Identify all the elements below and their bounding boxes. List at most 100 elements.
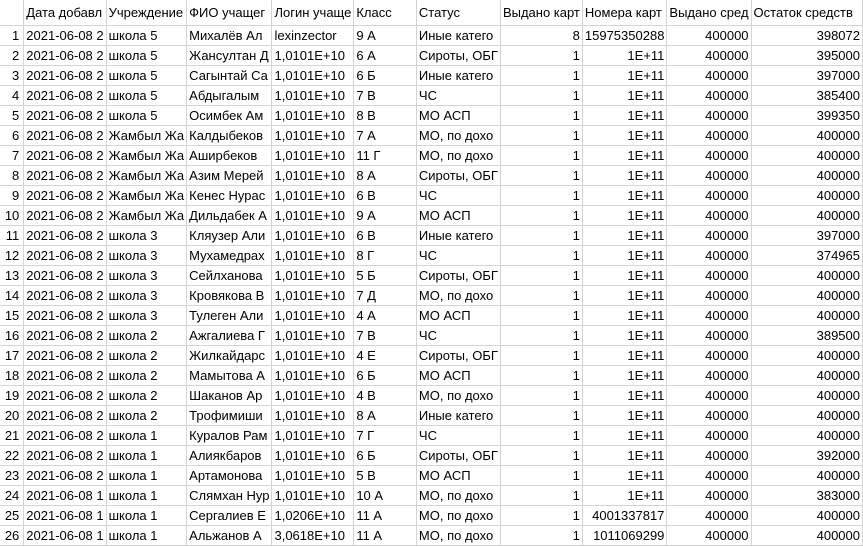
student-name-cell[interactable]: Кровякова В (186, 285, 273, 306)
balance-cell[interactable]: 400000 (751, 385, 863, 406)
cards-issued-cell[interactable]: 1 (500, 145, 583, 166)
class-cell[interactable]: 8 А (353, 165, 417, 186)
school-cell[interactable]: школа 3 (106, 225, 188, 246)
student-name-cell[interactable]: Азим Мерей (186, 165, 273, 186)
class-cell[interactable]: 8 В (353, 105, 417, 126)
row-number[interactable]: 26 (0, 525, 25, 546)
row-number[interactable]: 14 (0, 285, 25, 306)
card-number-cell[interactable]: 1E+11 (582, 45, 668, 66)
school-cell[interactable]: школа 5 (106, 65, 188, 86)
school-cell[interactable]: Жамбыл Жа (106, 205, 188, 226)
cards-issued-cell[interactable]: 1 (500, 245, 583, 266)
funds-issued-cell[interactable]: 400000 (666, 525, 752, 546)
balance-cell[interactable]: 400000 (751, 365, 863, 386)
balance-cell[interactable]: 399350 (751, 105, 863, 126)
row-number[interactable]: 24 (0, 485, 25, 506)
login-cell[interactable]: 1,0101E+10 (271, 85, 355, 106)
student-name-cell[interactable]: Кляузер Али (186, 225, 273, 246)
header-cell[interactable]: Дата добавл (23, 0, 107, 26)
row-number[interactable]: 13 (0, 265, 25, 286)
class-cell[interactable]: 11 А (353, 505, 417, 526)
row-number[interactable]: 18 (0, 365, 25, 386)
login-cell[interactable]: 1,0101E+10 (271, 325, 355, 346)
row-number[interactable]: 11 (0, 225, 25, 246)
status-cell[interactable]: МО, по дохо (416, 525, 501, 546)
card-number-cell[interactable]: 1E+11 (582, 165, 668, 186)
class-cell[interactable]: 4 В (353, 385, 417, 406)
login-cell[interactable]: 1,0101E+10 (271, 65, 355, 86)
status-cell[interactable]: Иные катего (416, 65, 501, 86)
date-cell[interactable]: 2021-06-08 2 (23, 265, 107, 286)
login-cell[interactable]: 3,0618E+10 (271, 525, 355, 546)
date-cell[interactable]: 2021-06-08 2 (23, 85, 107, 106)
row-number[interactable]: 3 (0, 65, 25, 86)
login-cell[interactable]: 1,0101E+10 (271, 485, 355, 506)
funds-issued-cell[interactable]: 400000 (666, 285, 752, 306)
date-cell[interactable]: 2021-06-08 2 (23, 65, 107, 86)
student-name-cell[interactable]: Тулеген Али (186, 305, 273, 326)
date-cell[interactable]: 2021-06-08 2 (23, 145, 107, 166)
funds-issued-cell[interactable]: 400000 (666, 425, 752, 446)
funds-issued-cell[interactable]: 400000 (666, 445, 752, 466)
class-cell[interactable]: 8 Г (353, 245, 417, 266)
cards-issued-cell[interactable]: 1 (500, 485, 583, 506)
row-number[interactable]: 16 (0, 325, 25, 346)
status-cell[interactable]: Иные катего (416, 405, 501, 426)
status-cell[interactable]: Сироты, ОБГ (416, 45, 501, 66)
login-cell[interactable]: 1,0101E+10 (271, 185, 355, 206)
school-cell[interactable]: Жамбыл Жа (106, 165, 188, 186)
student-name-cell[interactable]: Калдыбеков (186, 125, 273, 146)
balance-cell[interactable]: 400000 (751, 465, 863, 486)
status-cell[interactable]: ЧС (416, 425, 501, 446)
funds-issued-cell[interactable]: 400000 (666, 165, 752, 186)
funds-issued-cell[interactable]: 400000 (666, 405, 752, 426)
login-cell[interactable]: 1,0101E+10 (271, 345, 355, 366)
cards-issued-cell[interactable]: 1 (500, 385, 583, 406)
cards-issued-cell[interactable]: 1 (500, 45, 583, 66)
card-number-cell[interactable]: 1E+11 (582, 365, 668, 386)
school-cell[interactable]: школа 5 (106, 105, 188, 126)
cards-issued-cell[interactable]: 1 (500, 345, 583, 366)
row-number[interactable]: 20 (0, 405, 25, 426)
row-number[interactable]: 8 (0, 165, 25, 186)
status-cell[interactable]: Сироты, ОБГ (416, 445, 501, 466)
date-cell[interactable]: 2021-06-08 1 (23, 505, 107, 526)
header-cell[interactable]: Учреждение (106, 0, 188, 26)
class-cell[interactable]: 6 А (353, 45, 417, 66)
student-name-cell[interactable]: Аширбеков (186, 145, 273, 166)
class-cell[interactable]: 6 Б (353, 445, 417, 466)
row-number[interactable]: 19 (0, 385, 25, 406)
funds-issued-cell[interactable]: 400000 (666, 365, 752, 386)
school-cell[interactable]: школа 1 (106, 445, 188, 466)
cards-issued-cell[interactable]: 1 (500, 305, 583, 326)
status-cell[interactable]: МО АСП (416, 205, 501, 226)
student-name-cell[interactable]: Жилкайдарс (186, 345, 273, 366)
student-name-cell[interactable]: Куралов Рам (186, 425, 273, 446)
balance-cell[interactable]: 400000 (751, 145, 863, 166)
class-cell[interactable]: 10 А (353, 485, 417, 506)
funds-issued-cell[interactable]: 400000 (666, 25, 752, 46)
login-cell[interactable]: 1,0101E+10 (271, 205, 355, 226)
card-number-cell[interactable]: 1E+11 (582, 445, 668, 466)
student-name-cell[interactable]: Сейлханова (186, 265, 273, 286)
balance-cell[interactable]: 400000 (751, 405, 863, 426)
header-cell[interactable]: Класс (353, 0, 417, 26)
date-cell[interactable]: 2021-06-08 1 (23, 525, 107, 546)
login-cell[interactable]: 1,0101E+10 (271, 425, 355, 446)
student-name-cell[interactable]: Альжанов А (186, 525, 273, 546)
funds-issued-cell[interactable]: 400000 (666, 305, 752, 326)
cards-issued-cell[interactable]: 1 (500, 125, 583, 146)
date-cell[interactable]: 2021-06-08 2 (23, 425, 107, 446)
balance-cell[interactable]: 400000 (751, 525, 863, 546)
cards-issued-cell[interactable]: 1 (500, 185, 583, 206)
class-cell[interactable]: 6 В (353, 185, 417, 206)
class-cell[interactable]: 11 Г (353, 145, 417, 166)
cards-issued-cell[interactable]: 1 (500, 365, 583, 386)
date-cell[interactable]: 2021-06-08 2 (23, 125, 107, 146)
date-cell[interactable]: 2021-06-08 2 (23, 305, 107, 326)
card-number-cell[interactable]: 1E+11 (582, 485, 668, 506)
card-number-cell[interactable]: 1E+11 (582, 265, 668, 286)
school-cell[interactable]: школа 2 (106, 325, 188, 346)
cards-issued-cell[interactable]: 1 (500, 65, 583, 86)
date-cell[interactable]: 2021-06-08 2 (23, 185, 107, 206)
